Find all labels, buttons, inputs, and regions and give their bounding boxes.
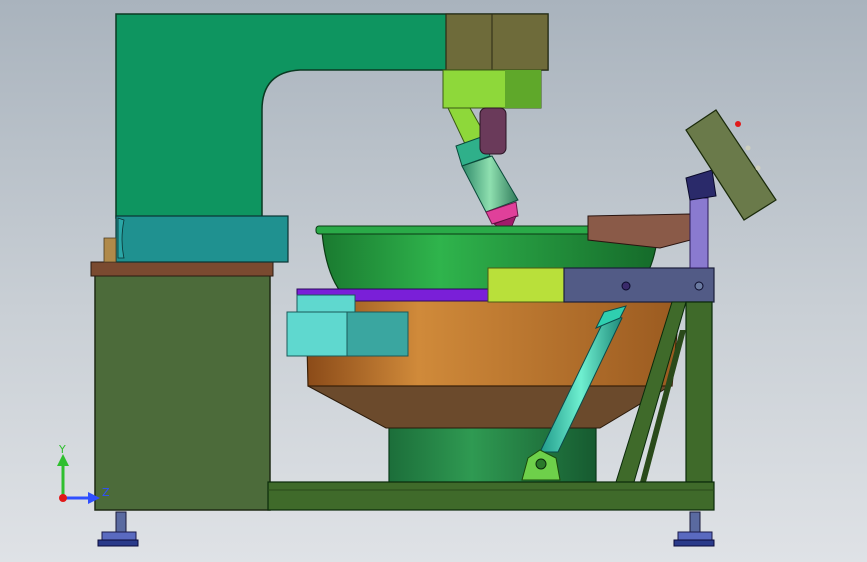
feeder-block-left[interactable] [286, 311, 350, 357]
cad-viewport[interactable]: Y Z [0, 0, 867, 562]
model-canvas[interactable]: Y Z [0, 0, 867, 562]
triad-origin-icon [59, 494, 67, 502]
sensor-post[interactable] [689, 197, 709, 269]
lime-guide[interactable] [487, 267, 565, 303]
cabinet-top-plate [90, 261, 274, 277]
spindle-shaft[interactable] [479, 107, 507, 155]
cylinder-pivot [535, 458, 547, 470]
spindle-housing[interactable] [445, 13, 549, 71]
panel-indicator-grey2[interactable] [755, 165, 761, 171]
y-axis-label: Y [58, 443, 66, 456]
left-cabinet[interactable] [94, 273, 271, 511]
right-leg[interactable] [685, 301, 713, 483]
feeder-block-right[interactable] [346, 311, 409, 357]
frame-base-block[interactable] [115, 215, 289, 263]
spindle-collar-shade [505, 70, 541, 108]
bowl-cone[interactable] [307, 385, 672, 429]
leveling-foot-right[interactable] [673, 511, 715, 547]
panel-indicator-red[interactable] [735, 121, 741, 127]
sensor-bracket [685, 169, 717, 201]
panel-indicator-grey1[interactable] [745, 145, 751, 151]
feeder-block-top[interactable] [296, 294, 356, 314]
plate-bolt-right [694, 281, 704, 291]
leveling-foot-left[interactable] [97, 511, 139, 547]
z-axis-label: Z [102, 486, 110, 499]
plate-bolt-left [621, 281, 631, 291]
frame-bracket [103, 237, 117, 263]
base-rail[interactable] [267, 481, 715, 511]
mounting-plate[interactable] [563, 267, 715, 303]
